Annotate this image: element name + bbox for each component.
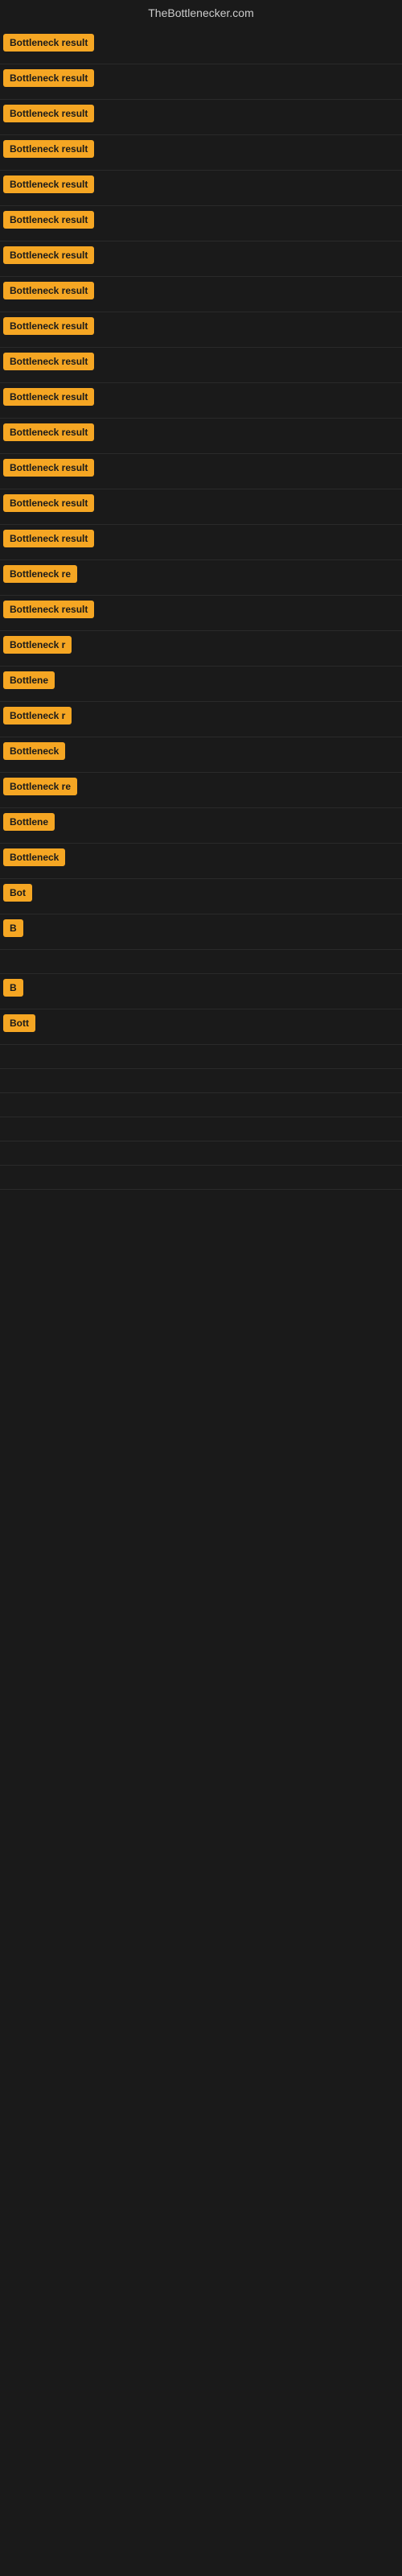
bottleneck-section-13: Bottleneck result [0, 454, 402, 489]
bottleneck-section-31 [0, 1069, 402, 1093]
bottleneck-section-2: Bottleneck result [0, 64, 402, 100]
bottleneck-badge-8[interactable]: Bottleneck result [3, 282, 94, 299]
bottleneck-badge-10[interactable]: Bottleneck result [3, 353, 94, 370]
bottleneck-badge-15[interactable]: Bottleneck result [3, 530, 94, 547]
bottleneck-section-10: Bottleneck result [0, 348, 402, 383]
bottleneck-section-6: Bottleneck result [0, 206, 402, 242]
bottleneck-section-28: B [0, 974, 402, 1009]
bottleneck-section-5: Bottleneck result [0, 171, 402, 206]
bottleneck-badge-17[interactable]: Bottleneck result [3, 601, 94, 618]
bottleneck-section-22: Bottleneck re [0, 773, 402, 808]
bottleneck-badge-26[interactable]: B [3, 919, 23, 937]
bottleneck-section-14: Bottleneck result [0, 489, 402, 525]
bottleneck-section-19: Bottlene [0, 667, 402, 702]
bottleneck-section-25: Bot [0, 879, 402, 914]
bottleneck-section-32 [0, 1093, 402, 1117]
bottleneck-section-35 [0, 1166, 402, 1190]
bottleneck-badge-9[interactable]: Bottleneck result [3, 317, 94, 335]
bottleneck-section-33 [0, 1117, 402, 1141]
bottleneck-section-1: Bottleneck result [0, 29, 402, 64]
bottleneck-badge-13[interactable]: Bottleneck result [3, 459, 94, 477]
bottleneck-badge-18[interactable]: Bottleneck r [3, 636, 72, 654]
bottleneck-section-30 [0, 1045, 402, 1069]
bottleneck-badge-6[interactable]: Bottleneck result [3, 211, 94, 229]
bottleneck-badge-28[interactable]: B [3, 979, 23, 997]
bottleneck-section-26: B [0, 914, 402, 950]
bottleneck-section-18: Bottleneck r [0, 631, 402, 667]
bottleneck-section-23: Bottlene [0, 808, 402, 844]
bottleneck-section-21: Bottleneck [0, 737, 402, 773]
bottleneck-section-20: Bottleneck r [0, 702, 402, 737]
bottleneck-section-4: Bottleneck result [0, 135, 402, 171]
bottleneck-badge-11[interactable]: Bottleneck result [3, 388, 94, 406]
bottleneck-badge-24[interactable]: Bottleneck [3, 848, 65, 866]
bottleneck-badge-21[interactable]: Bottleneck [3, 742, 65, 760]
bottleneck-section-17: Bottleneck result [0, 596, 402, 631]
bottleneck-section-8: Bottleneck result [0, 277, 402, 312]
bottleneck-badge-2[interactable]: Bottleneck result [3, 69, 94, 87]
bottleneck-badge-16[interactable]: Bottleneck re [3, 565, 77, 583]
bottleneck-section-12: Bottleneck result [0, 419, 402, 454]
bottleneck-section-11: Bottleneck result [0, 383, 402, 419]
bottleneck-badge-7[interactable]: Bottleneck result [3, 246, 94, 264]
bottleneck-badge-20[interactable]: Bottleneck r [3, 707, 72, 724]
bottleneck-badge-1[interactable]: Bottleneck result [3, 34, 94, 52]
bottleneck-section-24: Bottleneck [0, 844, 402, 879]
bottleneck-badge-4[interactable]: Bottleneck result [3, 140, 94, 158]
bottleneck-badge-19[interactable]: Bottlene [3, 671, 55, 689]
bottleneck-section-27 [0, 950, 402, 974]
bottleneck-badge-5[interactable]: Bottleneck result [3, 175, 94, 193]
bottleneck-section-16: Bottleneck re [0, 560, 402, 596]
bottleneck-section-3: Bottleneck result [0, 100, 402, 135]
bottleneck-badge-25[interactable]: Bot [3, 884, 32, 902]
bottleneck-section-7: Bottleneck result [0, 242, 402, 277]
bottleneck-badge-22[interactable]: Bottleneck re [3, 778, 77, 795]
bottleneck-badge-3[interactable]: Bottleneck result [3, 105, 94, 122]
bottleneck-section-9: Bottleneck result [0, 312, 402, 348]
bottleneck-section-29: Bott [0, 1009, 402, 1045]
bottleneck-section-34 [0, 1141, 402, 1166]
bottleneck-section-15: Bottleneck result [0, 525, 402, 560]
bottleneck-badge-12[interactable]: Bottleneck result [3, 423, 94, 441]
site-title: TheBottlenecker.com [0, 0, 402, 29]
bottleneck-badge-23[interactable]: Bottlene [3, 813, 55, 831]
bottleneck-badge-14[interactable]: Bottleneck result [3, 494, 94, 512]
bottleneck-badge-29[interactable]: Bott [3, 1014, 35, 1032]
